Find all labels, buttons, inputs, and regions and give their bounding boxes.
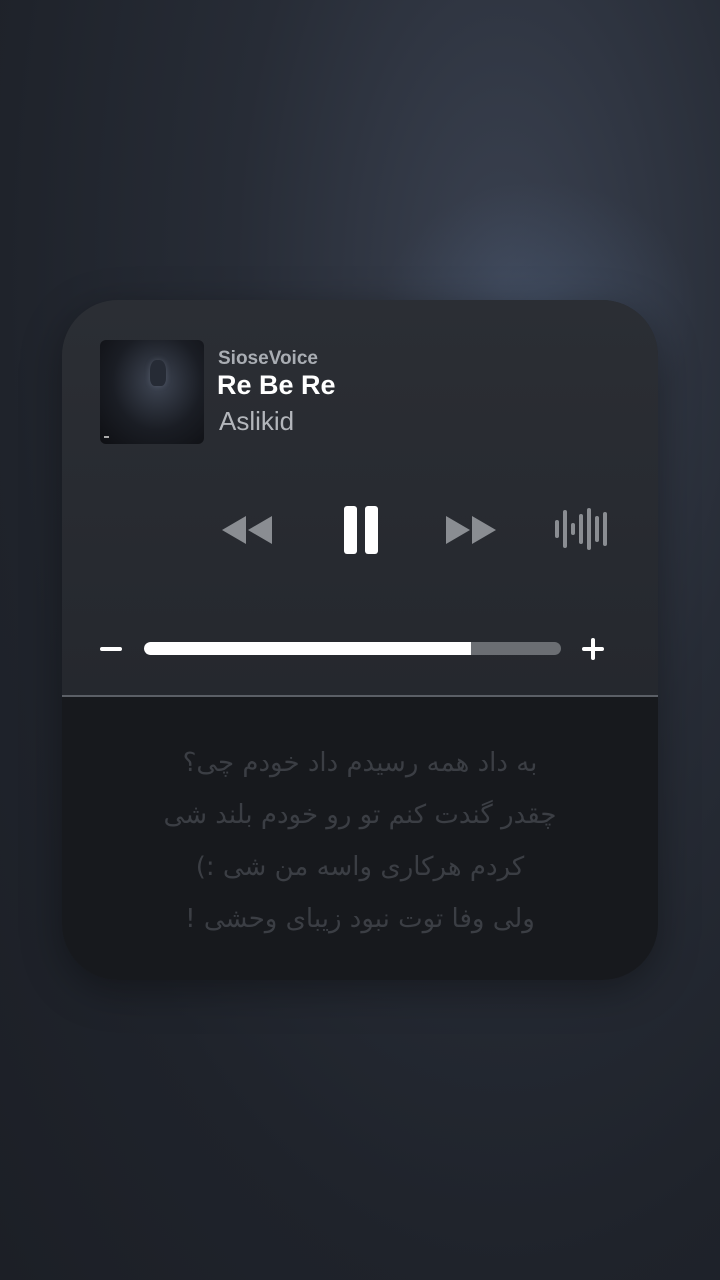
lyric-line: ولی وفا توت نبود زیبای وحشی ! (185, 904, 535, 934)
volume-slider-fill (144, 642, 472, 655)
pause-icon[interactable] (342, 504, 382, 556)
volume-up-icon[interactable] (582, 638, 604, 660)
source-app-label: SioseVoice (218, 348, 318, 369)
album-art-mark (104, 436, 109, 438)
volume-slider[interactable] (144, 642, 561, 655)
lyric-line: به داد همه رسیدم داد خودم چی؟ (182, 748, 538, 778)
waveform-icon[interactable] (552, 506, 608, 552)
track-title: Re Be Re (217, 370, 336, 400)
player-section: SioseVoice Re Be Re Aslikid (62, 300, 658, 696)
lyrics-section: به داد همه رسیدم داد خودم چی؟ چقدر گندت … (62, 697, 658, 980)
volume-down-icon[interactable] (100, 638, 122, 660)
now-playing-card: SioseVoice Re Be Re Aslikid به داد همه ر… (62, 300, 658, 980)
rewind-icon[interactable] (218, 512, 276, 548)
lyric-line: کردم هرکاری واسه من شی :) (195, 852, 525, 882)
album-art[interactable] (100, 340, 204, 444)
album-art-figure (150, 360, 166, 386)
track-artist: Aslikid (219, 406, 295, 436)
fast-forward-icon[interactable] (442, 512, 500, 548)
lyric-line: چقدر گندت کنم تو رو خودم بلند شی (163, 800, 557, 830)
lyrics-list: به داد همه رسیدم داد خودم چی؟ چقدر گندت … (62, 737, 658, 945)
